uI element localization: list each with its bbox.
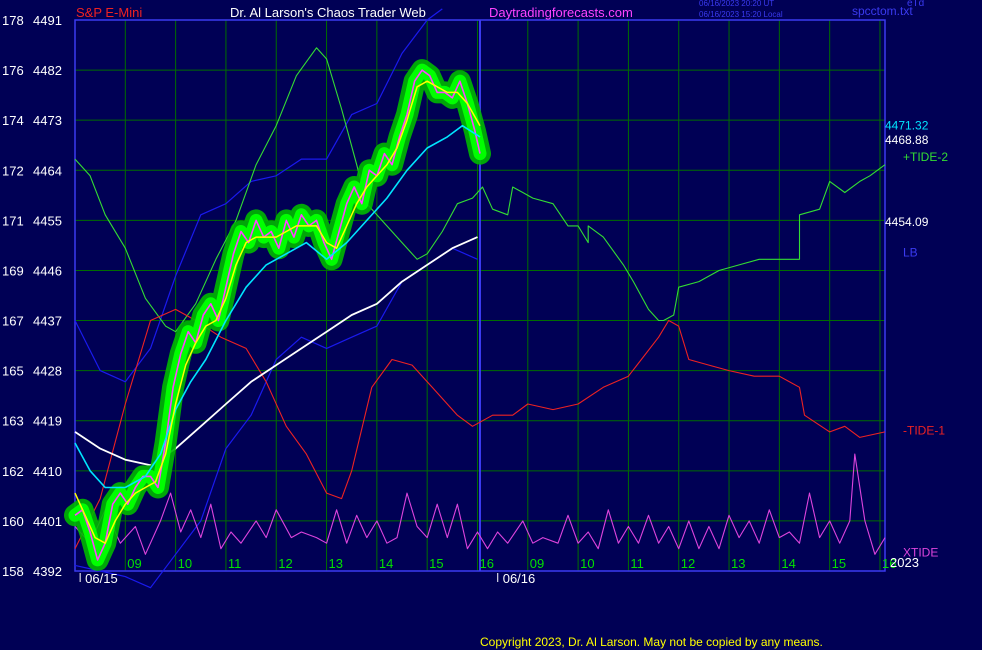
right-label: LB [903,246,918,260]
y-label-index: 169 [2,263,24,278]
right-label: -TIDE-1 [903,424,945,438]
y-label-price: 4473 [33,113,62,128]
y-label-index: 171 [2,213,24,228]
timestamp-utc: 06/16/2023 20:20 UT [699,0,774,8]
x-tick-label: 12 [278,556,292,571]
y-label-price: 4437 [33,314,62,329]
y-label-index: 162 [2,464,24,479]
file-name: spcctom.txt [852,4,913,18]
y-label-index: 178 [2,13,24,28]
x-tick-label: 13 [731,556,745,571]
chart-background [0,0,982,650]
right-label: 4454.09 [885,215,929,229]
chaos-trader-chart: 178 4491 176 4482 174 4473 172 4464 171 4455 169 44… [0,0,982,650]
x-tick-label: 09 [530,556,544,571]
symbol-label: S&P E-Mini [76,5,142,20]
x-tick-label: 14 [781,556,795,571]
y-label-index: 174 [2,113,24,128]
date-label: 06/16 [503,571,536,586]
site-link[interactable]: Daytradingforecasts.com [489,5,633,20]
right-label: +TIDE-2 [903,150,948,164]
x-tick-label: 15 [832,556,846,571]
x-tick-label: 13 [329,556,343,571]
copyright-notice: Copyright 2023, Dr. Al Larson. May not b… [480,635,823,649]
x-tick-label: 16 [479,556,493,571]
y-label-index: 163 [2,414,24,429]
y-label-index: 176 [2,63,24,78]
y-label-price: 4455 [33,213,62,228]
x-tick-label: 11 [228,556,242,571]
y-label-price: 4428 [33,364,62,379]
y-label-price: 4392 [33,564,62,579]
y-label-price: 4491 [33,13,62,28]
y-label-index: 158 [2,564,24,579]
chart-title: Dr. Al Larson's Chaos Trader Web [230,5,426,20]
right-label: XTIDE [903,546,938,560]
right-label: 4471.32 [885,119,929,133]
x-tick-label: 11 [630,556,644,571]
y-label-price: 4401 [33,514,62,529]
y-label-price: 4482 [33,63,62,78]
x-tick-label: 09 [127,556,141,571]
y-label-price: 4410 [33,464,62,479]
date-label: 06/15 [85,571,118,586]
timestamp-local: 06/16/2023 15:20 Local [699,10,783,19]
y-label-index: 160 [2,514,24,529]
x-tick-label: 14 [379,556,393,571]
y-label-price: 4419 [33,414,62,429]
x-tick-label: 15 [429,556,443,571]
x-tick-label: 12 [681,556,695,571]
y-label-price: 4464 [33,163,62,178]
y-label-index: 172 [2,163,24,178]
y-label-price: 4446 [33,263,62,278]
x-tick-label: 10 [178,556,192,571]
right-label: 4468.88 [885,133,929,147]
y-label-index: 165 [2,364,24,379]
y-label-index: 167 [2,314,24,329]
x-tick-label: 10 [580,556,594,571]
